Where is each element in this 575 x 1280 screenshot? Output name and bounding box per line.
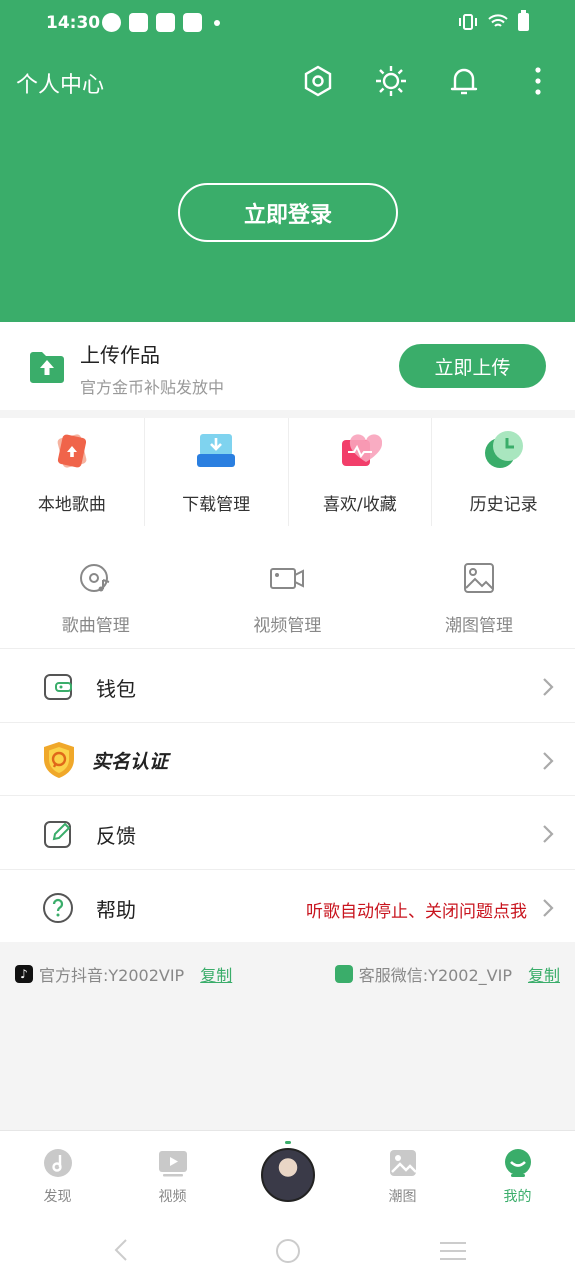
manage-videos[interactable]: 视频管理 <box>192 526 384 648</box>
menu-label: 实名认证 <box>92 750 169 773</box>
page-title: 个人中心 <box>16 73 105 98</box>
status-time: 14:30 <box>46 13 101 33</box>
image-icon <box>389 1150 417 1176</box>
quick-access-grid: 本地歌曲 下载管理 喜欢/收藏 历史记录 <box>0 418 575 526</box>
quick-item-local-music[interactable]: 本地歌曲 <box>0 418 144 526</box>
chevron-right-icon <box>543 678 554 696</box>
brightness-icon[interactable] <box>374 64 408 98</box>
now-playing-avatar <box>260 1148 315 1202</box>
manage-label: 潮图管理 <box>444 616 513 636</box>
copy-douyin-link[interactable]: 复制 <box>200 962 232 986</box>
quick-label: 喜欢/收藏 <box>323 495 397 515</box>
nav-video[interactable]: 视频 <box>115 1131 230 1213</box>
nav-mine[interactable]: 我的 <box>460 1131 575 1213</box>
nav-label: 发现 <box>43 1189 72 1205</box>
app-notification-icon <box>102 13 121 32</box>
wechat-contact: 客服微信:Y2002_VIP 复制 <box>334 962 560 986</box>
menu-feedback[interactable]: 反馈 <box>0 795 575 869</box>
nav-images[interactable]: 潮图 <box>345 1131 460 1213</box>
wallet-icon <box>44 674 72 700</box>
disc-icon <box>79 564 110 592</box>
download-icon <box>197 434 236 467</box>
more-notifications-dot <box>214 20 220 26</box>
upload-title: 上传作品 <box>80 343 160 367</box>
tiktok-icon: ♪ <box>15 965 33 983</box>
wechat-account: 客服微信:Y2002_VIP <box>358 966 512 985</box>
heart-icon <box>341 434 382 466</box>
video-icon <box>158 1151 187 1177</box>
chevron-right-icon <box>543 898 554 917</box>
settings-menu: 钱包 实名认证 反馈 帮助 听歌自动停止、关闭问题点我 <box>0 648 575 942</box>
bottom-navigation: 发现 视频 潮图 我的 <box>0 1130 575 1212</box>
recents-icon[interactable] <box>439 1240 467 1262</box>
wifi-icon <box>488 14 508 27</box>
notification-icons <box>102 13 220 32</box>
nav-discover[interactable]: 发现 <box>0 1131 115 1213</box>
bell-icon[interactable] <box>447 64 481 98</box>
edit-icon <box>44 821 71 848</box>
manage-label: 视频管理 <box>253 616 322 636</box>
quick-label: 本地歌曲 <box>37 495 106 515</box>
quick-item-history[interactable]: 历史记录 <box>431 418 575 526</box>
home-icon[interactable] <box>275 1238 301 1264</box>
settings-hexagon-icon[interactable] <box>301 64 335 98</box>
image-icon <box>463 563 494 593</box>
nav-player-avatar[interactable] <box>230 1131 345 1213</box>
shopping-bag-icon <box>129 13 148 32</box>
more-menu-icon[interactable] <box>521 64 555 98</box>
chevron-right-icon <box>543 825 554 843</box>
menu-verification[interactable]: 实名认证 <box>0 721 575 796</box>
shield-badge-icon <box>44 741 74 778</box>
upload-works-card: 上传作品 官方金币补贴发放中 立即上传 <box>0 322 575 410</box>
system-status-icons <box>458 10 529 31</box>
contact-info-row: ♪ 官方抖音:Y2002VIP 复制 客服微信:Y2002_VIP 复制 <box>0 962 575 986</box>
profile-header: 14:30 个人中心 立即登录 <box>0 0 575 322</box>
menu-label: 反馈 <box>96 824 136 848</box>
vibrate-icon <box>459 14 477 30</box>
login-button[interactable]: 立即登录 <box>178 183 398 242</box>
quick-item-download[interactable]: 下载管理 <box>143 418 288 526</box>
menu-help[interactable]: 帮助 听歌自动停止、关闭问题点我 <box>0 868 575 943</box>
system-navigation-bar <box>0 1212 575 1280</box>
nav-label: 潮图 <box>388 1189 417 1205</box>
help-icon <box>43 892 73 923</box>
wechat-icon <box>334 965 353 983</box>
shopping-bag-icon <box>183 13 202 32</box>
manage-songs[interactable]: 歌曲管理 <box>0 526 192 648</box>
playing-indicator <box>284 1141 291 1144</box>
chevron-right-icon <box>543 751 554 770</box>
back-icon[interactable] <box>112 1238 130 1262</box>
shopping-bag-icon <box>156 13 175 32</box>
nav-label: 我的 <box>503 1189 532 1205</box>
content-management-row: 歌曲管理 视频管理 潮图管理 <box>0 526 575 648</box>
quick-label: 下载管理 <box>182 495 251 515</box>
local-music-icon <box>57 434 87 468</box>
upload-folder-icon <box>30 352 64 383</box>
status-bar: 14:30 <box>0 0 575 48</box>
douyin-account: 官方抖音:Y2002VIP <box>39 966 185 985</box>
quick-item-favorites[interactable]: 喜欢/收藏 <box>287 418 432 526</box>
discover-icon <box>43 1149 72 1177</box>
quick-label: 历史记录 <box>469 495 538 515</box>
help-note-link[interactable]: 听歌自动停止、关闭问题点我 <box>306 897 527 922</box>
clock-icon <box>484 431 523 468</box>
nav-label: 视频 <box>158 1189 187 1205</box>
menu-label: 帮助 <box>96 897 136 922</box>
profile-icon <box>504 1149 531 1177</box>
battery-icon <box>518 10 529 31</box>
upload-subtitle: 官方金币补贴发放中 <box>80 378 225 397</box>
upload-now-button[interactable]: 立即上传 <box>399 344 546 388</box>
copy-wechat-link[interactable]: 复制 <box>528 962 560 986</box>
menu-wallet[interactable]: 钱包 <box>0 648 575 722</box>
douyin-contact: ♪ 官方抖音:Y2002VIP 复制 <box>15 962 232 986</box>
menu-label: 钱包 <box>96 677 136 701</box>
manage-label: 歌曲管理 <box>61 616 130 636</box>
manage-images[interactable]: 潮图管理 <box>383 526 575 648</box>
video-camera-icon <box>270 568 305 589</box>
